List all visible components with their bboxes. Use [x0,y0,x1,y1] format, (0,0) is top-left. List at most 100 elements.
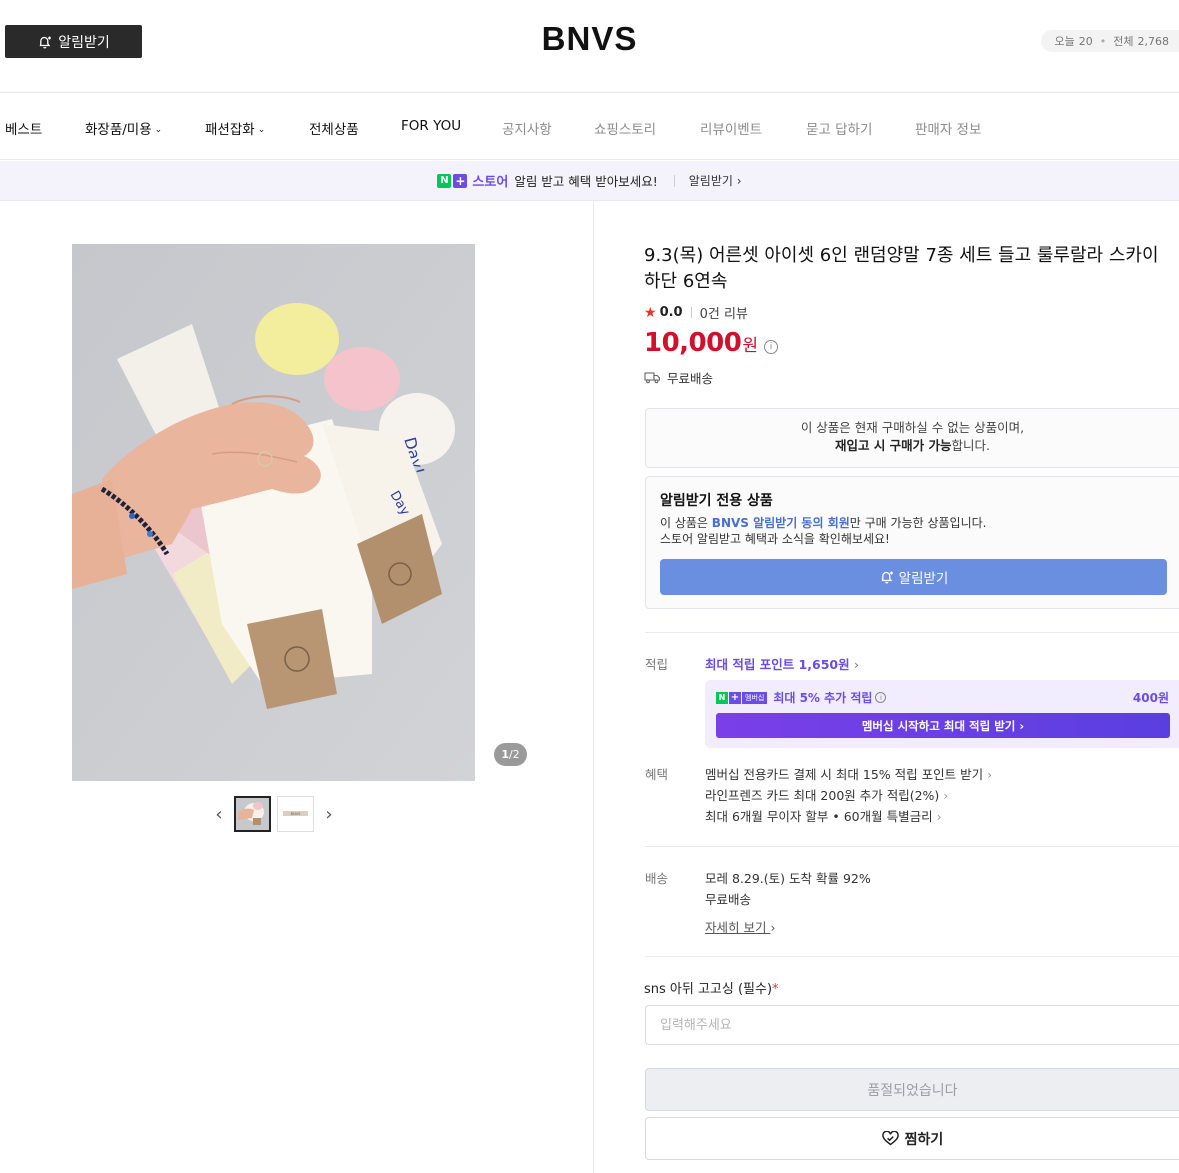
exclusive-desc-1-pre: 이 상품은 [660,516,712,530]
sns-id-input[interactable] [645,1005,1179,1045]
chevron-left-icon[interactable]: ‹ [210,799,228,829]
info-icon[interactable]: i [763,340,778,354]
thumbnail-2[interactable]: BNVS [277,796,314,832]
nav-item-cosmetics[interactable]: 화장품/미용 ⌄ [85,118,162,138]
nav-item-label: 쇼핑스토리 [594,122,657,138]
notify-button[interactable]: 알림받기 [5,25,142,58]
points-label: 적립 [645,657,669,672]
main-nav: 베스트 화장품/미용 ⌄ 패션잡화 ⌄ 전체상품 FOR YOU 공지사항 쇼핑스토… [0,94,1179,160]
chevron-right-icon: › [943,788,949,803]
image-counter-total: /2 [508,748,520,761]
chevron-down-icon: ⌄ [154,125,163,135]
thumbnail-strip: ‹ BNVS › [210,795,338,833]
soldout-button[interactable]: 품절되었습니다 [645,1068,1179,1111]
nav-item-best[interactable]: 베스트 [5,118,42,138]
visitor-counter: 오늘 20 • 전체 2,768 [1040,30,1179,52]
exclusive-desc-1-highlight: BNVS 알림받기 동의 회원 [711,516,850,530]
bell-plus-icon [39,36,52,49]
rating-value: 0.0 [659,305,683,320]
nav-item-all-products[interactable]: 전체상품 [309,118,359,138]
price: 10,000 [644,328,742,358]
brand-logo[interactable]: BNVS [0,20,1179,58]
nav-item-label: 리뷰이벤트 [700,122,763,138]
benefit-text: 최대 6개월 무이자 할부 • 60개월 특별금리 [705,809,933,824]
notify-button-label: 알림받기 [58,34,110,51]
info-icon[interactable]: i [875,692,887,703]
thumbnail-1[interactable] [234,796,271,832]
required-mark: * [772,982,779,997]
review-count[interactable]: 0건 리뷰 [700,303,748,322]
divider [673,174,675,187]
max-points-link[interactable]: 최대 적립 포인트 1,650원 › [705,654,859,673]
thumbnail-image [236,798,269,830]
thumbnail-image: BNVS [278,797,313,831]
nav-item-label: 판매자 정보 [915,122,982,138]
delivery-fee: 무료배송 [705,892,752,907]
exclusive-title: 알림받기 전용 상품 [660,493,773,509]
visits-today: 20 [1078,34,1093,48]
price-currency: 원 [742,336,758,356]
nav-item-shopping-story[interactable]: 쇼핑스토리 [594,118,656,138]
bell-plus-icon [881,571,893,584]
benefit-item[interactable]: 최대 6개월 무이자 할부 • 60개월 특별금리 › [705,806,942,825]
visits-total: 2,768 [1137,34,1170,48]
max-points-text: 최대 적립 포인트 1,650원 [705,657,850,672]
nav-item-for-you[interactable]: FOR YOU [401,118,461,134]
visits-total-label: 전체 [1113,35,1134,48]
membership-extra-text: 최대 5% 추가 적립 [773,691,873,705]
nav-item-label: 묻고 답하기 [806,122,873,138]
soldout-label: 품절되었습니다 [867,1082,958,1099]
benefit-item[interactable]: 멤버십 전용카드 결제 시 최대 15% 적립 포인트 받기 › [705,764,992,783]
exclusive-desc-1-post: 만 구매 가능한 상품입니다. [849,516,987,530]
product-title: 9.3(목) 어른셋 아이셋 6인 랜덤양말 7종 세트 들고 룰루랄라 스카이… [644,245,1159,292]
socks-photo-illustration: Day! Day [72,244,475,781]
notify-exclusive-box: 알림받기 전용 상품 이 상품은 BNVS 알림받기 동의 회원만 구매 가능한… [645,476,1179,609]
delivery-detail-label: 자세히 보기 [705,920,767,935]
nav-item-seller-info[interactable]: 판매자 정보 [915,118,981,138]
divider [690,307,692,318]
chevron-down-icon: ⌄ [257,125,266,135]
chevron-right-icon: › [1019,718,1025,733]
naver-n-icon: N [716,691,728,704]
benefit-item[interactable]: 라인프렌즈 카드 최대 200원 추가 적립(2%) › [705,785,948,804]
product-main-image[interactable]: Day! Day [72,244,475,781]
unavailable-notice: 이 상품은 현재 구매하실 수 없는 상품이며, 재입고 시 구매가 가능합니다… [645,408,1179,468]
unavailable-line-2-bold: 재입고 시 구매가 가능 [834,438,952,453]
delivery-detail-link[interactable]: 자세히 보기 › [705,917,775,936]
promo-text: 알림 받고 혜택 받아보세요! [514,174,658,189]
thumbnail-brand-text: BNVS [291,812,301,816]
nav-item-fashion[interactable]: 패션잡화 ⌄ [205,118,265,138]
benefit-text: 멤버십 전용카드 결제 시 최대 15% 적립 포인트 받기 [705,767,984,782]
top-header: 알림받기 BNVS 오늘 20 • 전체 2,768 [0,0,1179,93]
delivery-truck-icon [644,372,661,384]
store-wordmark: 스토어 [472,175,509,190]
naver-plus-promo-bar: N + 스토어 알림 받고 혜택 받아보세요! 알림받기 › [0,161,1179,201]
wishlist-button[interactable]: 찜하기 [645,1117,1179,1160]
divider [645,956,1179,957]
nav-item-label: 전체상품 [309,122,359,138]
nav-item-review-event[interactable]: 리뷰이벤트 [700,118,762,138]
separator-dot: • [1099,34,1107,48]
membership-amount: 400원 [1132,691,1169,705]
option-label: sns 아뒤 고고싱 (필수)* [644,978,779,997]
option-label-text: sns 아뒤 고고싱 (필수) [644,982,773,997]
divider [645,846,1179,847]
image-counter: 1/2 [494,743,527,766]
nav-item-notice[interactable]: 공지사항 [502,118,552,138]
nav-item-label: 공지사항 [502,122,552,138]
benefits-label: 혜택 [645,767,669,782]
exclusive-desc-2: 스토어 알림받고 혜택과 소식을 확인해보세요! [660,532,890,546]
delivery-estimate: 모레 8.29.(토) 도착 확률 92% [705,871,871,886]
divider [645,632,1179,633]
membership-start-button[interactable]: 멤버십 시작하고 최대 적립 받기 › [716,713,1170,738]
rating-row: ★ 0.0 0건 리뷰 [644,303,748,323]
exclusive-notify-button[interactable]: 알림받기 [660,559,1167,595]
promo-notify-link[interactable]: 알림받기 › [689,172,742,189]
chevron-right-icon[interactable]: › [320,799,338,829]
delivery-label: 배송 [645,871,669,886]
price-row: 10,000 원 i [644,328,778,358]
nav-item-qna[interactable]: 묻고 답하기 [806,118,872,138]
membership-badge: N + 멤버십 [716,691,768,704]
nav-item-label: 화장품/미용 [85,122,152,138]
nav-item-label: 베스트 [5,122,43,138]
